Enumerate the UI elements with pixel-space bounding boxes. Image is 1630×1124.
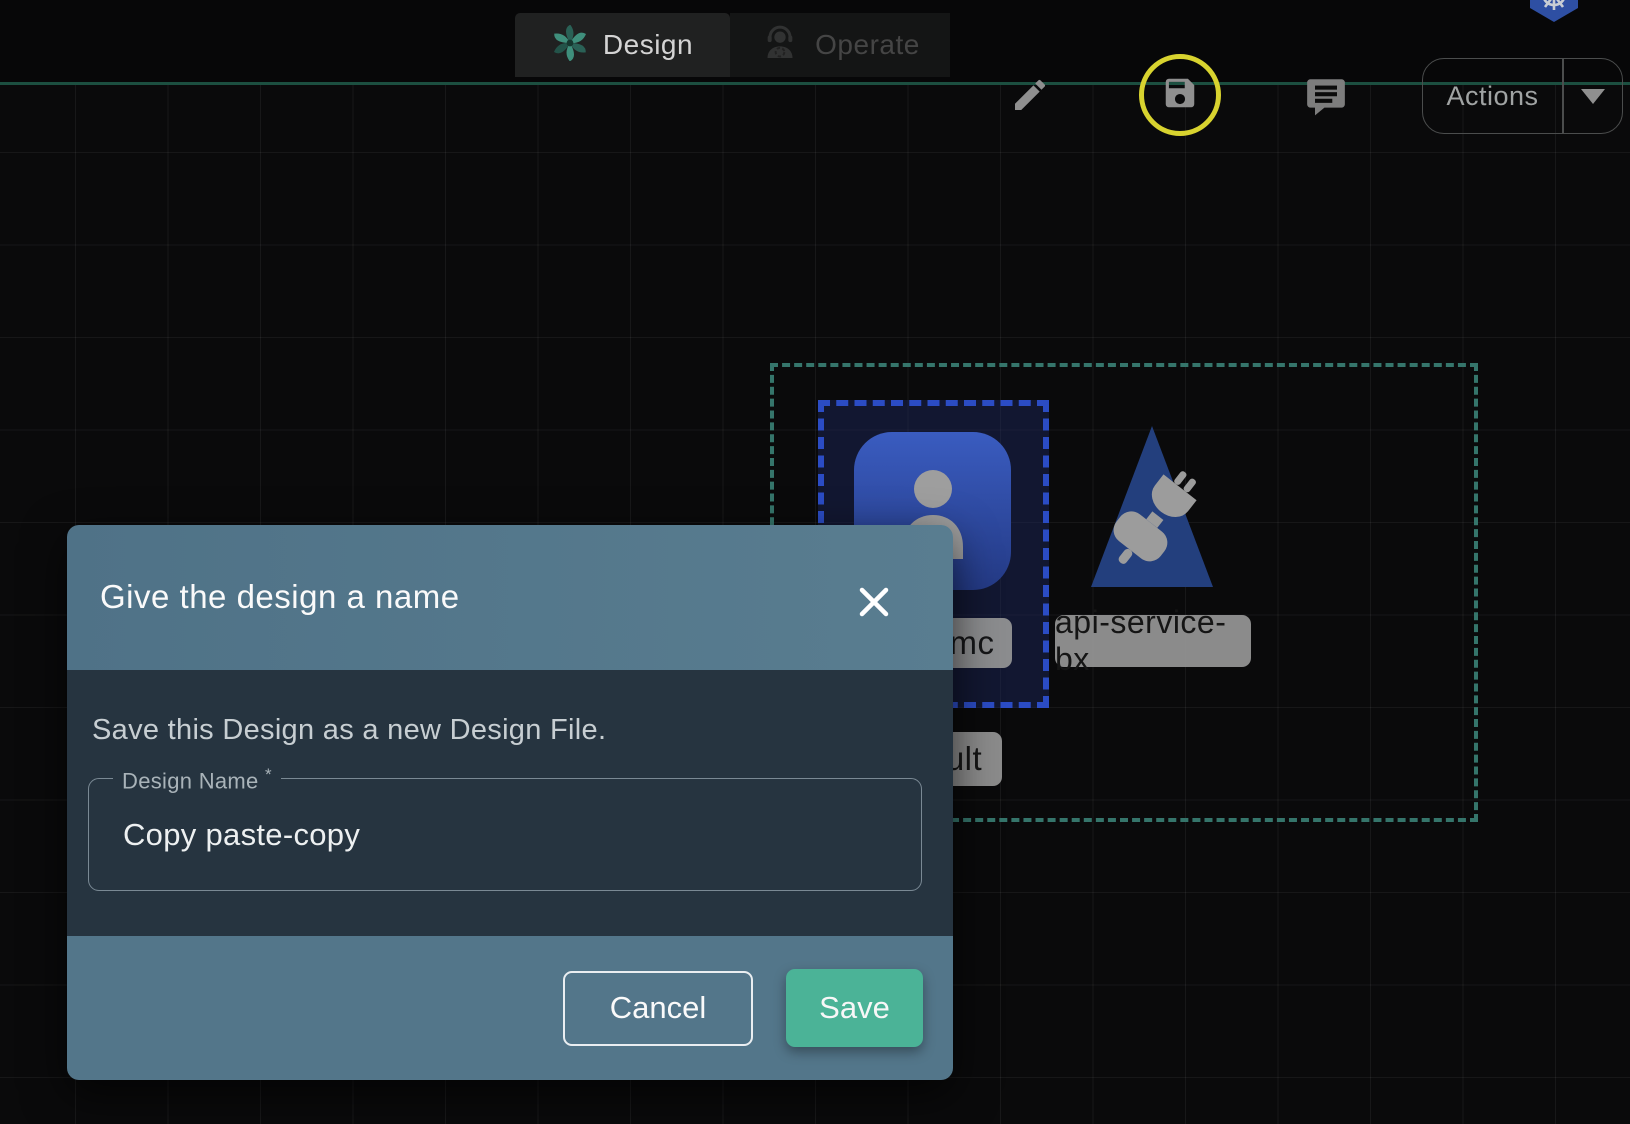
required-asterisk: * bbox=[265, 765, 272, 784]
operator-headset-icon bbox=[760, 23, 800, 68]
api-service-label: api-service-bx bbox=[1055, 615, 1251, 667]
api-service-node[interactable] bbox=[1085, 420, 1220, 597]
actions-label[interactable]: Actions bbox=[1423, 59, 1562, 133]
close-button[interactable] bbox=[855, 583, 893, 621]
cancel-button[interactable]: Cancel bbox=[563, 971, 753, 1046]
meshery-design-icon bbox=[552, 25, 588, 66]
design-name-label: Design Name * bbox=[113, 765, 281, 794]
chevron-down-icon bbox=[1581, 89, 1605, 104]
modal-description: Save this Design as a new Design File. bbox=[92, 714, 606, 747]
modal-footer: Cancel Save bbox=[67, 936, 953, 1080]
modal-body: Save this Design as a new Design File. D… bbox=[67, 670, 953, 936]
tab-operate-label: Operate bbox=[815, 29, 920, 61]
save-design-button-highlighted[interactable] bbox=[1139, 54, 1221, 136]
edit-pencil-button[interactable] bbox=[1009, 76, 1051, 118]
field-label-text: Design Name bbox=[122, 768, 259, 793]
save-button[interactable]: Save bbox=[786, 969, 923, 1047]
actions-caret-button[interactable] bbox=[1564, 59, 1623, 133]
actions-dropdown-button[interactable]: Actions bbox=[1422, 58, 1623, 134]
save-floppy-icon bbox=[1161, 74, 1199, 117]
modal-title: Give the design a name bbox=[100, 578, 460, 616]
tab-design[interactable]: Design bbox=[515, 13, 730, 77]
design-name-field[interactable]: Design Name * bbox=[88, 778, 922, 891]
comment-icon bbox=[1304, 73, 1348, 122]
close-icon bbox=[855, 608, 893, 625]
mode-tabs: Design Operate bbox=[515, 13, 950, 77]
save-design-modal: Give the design a name Save this Design … bbox=[67, 525, 953, 1080]
tab-operate[interactable]: Operate bbox=[730, 13, 950, 77]
modal-header: Give the design a name bbox=[67, 525, 953, 670]
pencil-icon bbox=[1010, 75, 1050, 120]
kubernetes-context-badge[interactable] bbox=[1528, 0, 1618, 30]
comment-button[interactable] bbox=[1303, 74, 1349, 120]
top-navigation-bar: Design Operate bbox=[0, 0, 1630, 85]
tab-design-label: Design bbox=[603, 29, 693, 61]
design-name-input[interactable] bbox=[89, 779, 921, 890]
